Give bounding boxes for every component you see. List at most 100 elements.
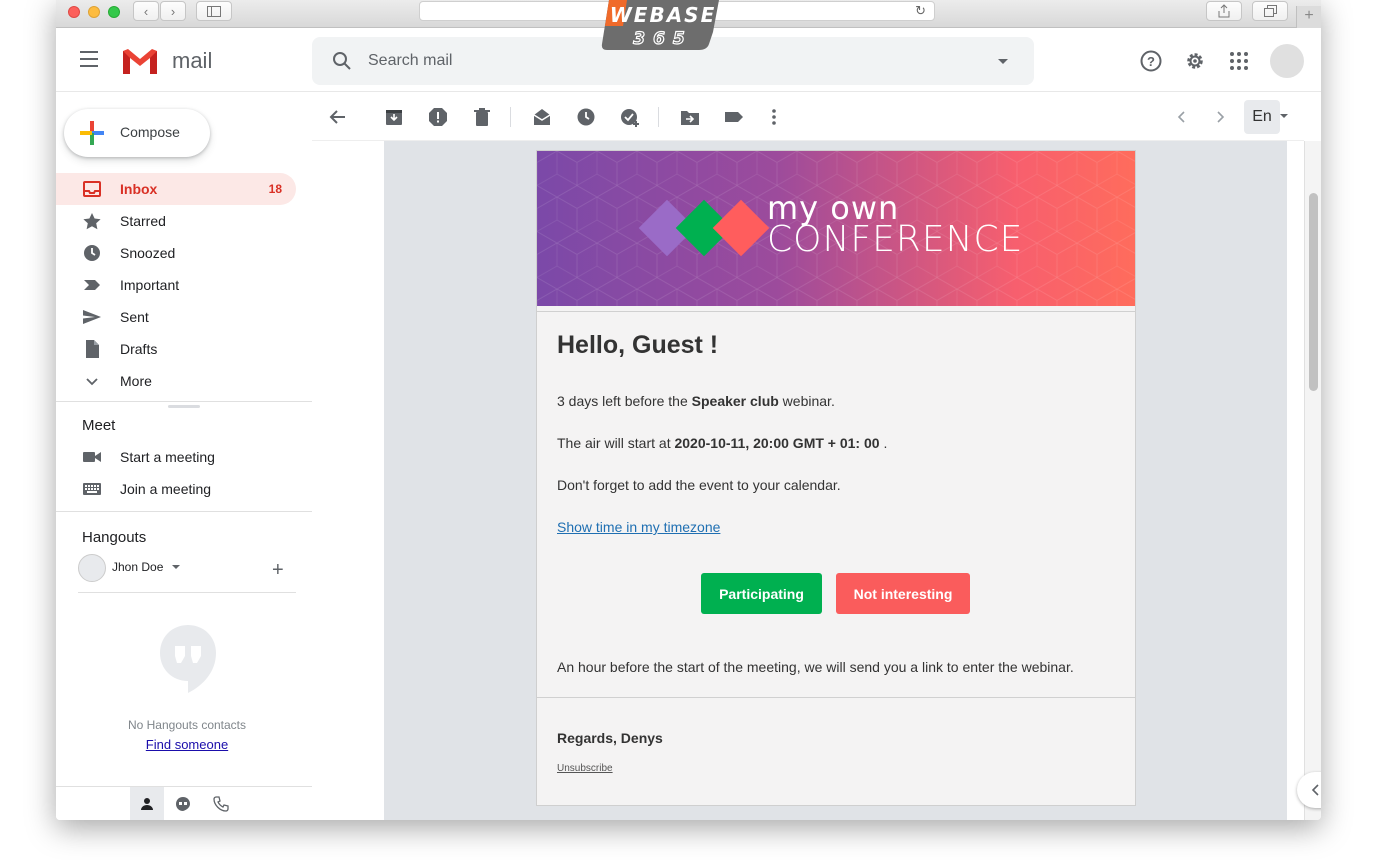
chevron-right-icon[interactable] — [1210, 107, 1230, 127]
sidebar-item-label: Starred — [120, 213, 166, 229]
compose-button[interactable]: Compose — [64, 109, 210, 157]
email-body: my own CONFERENCE Hello, Guest ! 3 days … — [536, 150, 1136, 806]
account-avatar[interactable] — [1270, 44, 1304, 78]
text: webinar. — [778, 393, 835, 409]
search-icon[interactable] — [332, 51, 352, 71]
hangouts-section-title: Hangouts — [82, 529, 147, 546]
tab-conversations[interactable] — [166, 787, 200, 820]
conference-banner: my own CONFERENCE — [537, 151, 1135, 306]
email-paragraph-4: An hour before the start of the meeting,… — [557, 659, 1074, 675]
side-panel-toggle[interactable] — [1297, 772, 1321, 808]
sidebar-item-label: More — [120, 373, 152, 389]
share-button[interactable] — [1206, 1, 1242, 21]
timezone-link[interactable]: Show time in my timezone — [557, 519, 720, 535]
email-paragraph-3: Don't forget to add the event to your ca… — [557, 477, 841, 493]
sidebar-item-label: Start a meeting — [120, 449, 215, 465]
banner-title-line2: CONFERENCE — [767, 219, 1024, 260]
sidebar-item-label: Join a meeting — [120, 481, 212, 497]
join-meeting-item[interactable]: Join a meeting — [56, 473, 296, 505]
new-tab-button[interactable]: + — [1296, 6, 1321, 28]
hangouts-user-status[interactable]: Jhon Doe — [78, 554, 278, 582]
email-greeting: Hello, Guest ! — [557, 331, 719, 359]
svg-text:365: 365 — [633, 29, 693, 49]
mark-unread-icon[interactable] — [532, 107, 552, 127]
scrollbar-thumb[interactable] — [1309, 193, 1318, 391]
sidebar-item-starred[interactable]: Starred — [56, 205, 296, 237]
tabs-icon — [1263, 5, 1277, 17]
apps-grid-icon[interactable] — [1227, 49, 1251, 73]
resize-handle[interactable] — [168, 405, 200, 408]
search-options-icon[interactable] — [998, 59, 1008, 64]
app-name: mail — [172, 48, 213, 73]
text: The air will start at — [557, 435, 675, 451]
maximize-window-button[interactable] — [108, 6, 120, 18]
add-contact-button[interactable]: + — [272, 559, 284, 582]
back-nav-button[interactable]: ‹ — [133, 1, 159, 21]
not-interesting-button[interactable]: Not interesting — [836, 573, 970, 614]
sidebar-item-important[interactable]: Important — [56, 269, 296, 301]
email-signature: Regards, Denys — [557, 730, 663, 746]
sidebar-icon — [207, 5, 221, 17]
minimize-window-button[interactable] — [88, 6, 100, 18]
label-icon[interactable] — [724, 107, 744, 127]
share-icon — [1218, 4, 1230, 18]
clock-icon[interactable] — [576, 107, 596, 127]
start-meeting-item[interactable]: Start a meeting — [56, 441, 296, 473]
caret-down-icon[interactable] — [1280, 114, 1288, 118]
close-window-button[interactable] — [68, 6, 80, 18]
forward-nav-button[interactable]: › — [160, 1, 186, 21]
hangouts-bubble-icon — [160, 625, 216, 693]
help-icon[interactable]: ? — [1139, 49, 1163, 73]
more-vert-icon[interactable] — [764, 107, 784, 127]
sidebar-item-snoozed[interactable]: Snoozed — [56, 237, 296, 269]
caret-down-icon — [172, 565, 180, 569]
hangouts-bottom-bar — [56, 786, 312, 820]
tab-contacts[interactable] — [130, 787, 164, 820]
scrollbar[interactable] — [1304, 141, 1321, 820]
move-to-icon[interactable] — [680, 107, 700, 127]
archive-icon[interactable] — [384, 107, 404, 127]
video-icon — [83, 452, 101, 462]
browser-window: ‹ › ↻ + mail Search mail ? Compose Inbox… — [56, 0, 1321, 820]
sidebar-item-label: Drafts — [120, 341, 158, 357]
event-datetime: 2020-10-11, 20:00 GMT + 01: 00 — [674, 435, 880, 451]
svg-text:WEBASE: WEBASE — [610, 3, 717, 27]
sidebar-item-sent[interactable]: Sent — [56, 301, 296, 333]
svg-text:?: ? — [1147, 54, 1155, 69]
reload-icon[interactable]: ↻ — [915, 3, 926, 19]
keyboard-icon — [83, 483, 101, 495]
gear-icon[interactable] — [1183, 49, 1207, 73]
email-paragraph-2: The air will start at 2020-10-11, 20:00 … — [557, 435, 887, 451]
divider — [537, 697, 1135, 698]
main-menu-button[interactable] — [80, 51, 104, 71]
hangouts-user-name: Jhon Doe — [112, 560, 164, 574]
sidebar-toggle-button[interactable] — [196, 1, 232, 21]
sidebar-item-inbox[interactable]: Inbox 18 — [56, 173, 296, 205]
sidebar-item-label: Inbox — [120, 181, 158, 197]
participating-button[interactable]: Participating — [701, 573, 822, 614]
sidebar-item-more[interactable]: More — [56, 365, 296, 397]
hangouts-icon — [176, 797, 190, 811]
find-someone-link[interactable]: Find someone — [56, 737, 318, 752]
chevron-down-icon — [86, 378, 98, 386]
chevron-left-icon[interactable] — [1172, 107, 1192, 127]
sidebar-item-drafts[interactable]: Drafts — [56, 333, 296, 365]
webase-watermark-logo: WEBASE 365 — [601, 0, 719, 50]
tabs-button[interactable] — [1252, 1, 1288, 21]
avatar — [78, 554, 106, 582]
input-tools-button[interactable]: En — [1244, 100, 1280, 134]
email-paragraph-1: 3 days left before the Speaker club webi… — [557, 393, 835, 409]
trash-icon[interactable] — [472, 107, 492, 127]
arrow-left-icon[interactable] — [328, 107, 348, 127]
add-task-icon[interactable] — [620, 107, 640, 127]
person-icon — [141, 798, 153, 810]
report-spam-icon[interactable] — [428, 107, 448, 127]
gmail-logo[interactable] — [120, 46, 160, 81]
compose-label: Compose — [120, 124, 180, 140]
divider — [537, 311, 1135, 312]
divider — [56, 401, 312, 402]
tab-calls[interactable] — [204, 787, 238, 820]
unsubscribe-link[interactable]: Unsubscribe — [557, 763, 613, 774]
gmail-m-icon — [123, 49, 157, 74]
clock-icon — [84, 245, 100, 261]
